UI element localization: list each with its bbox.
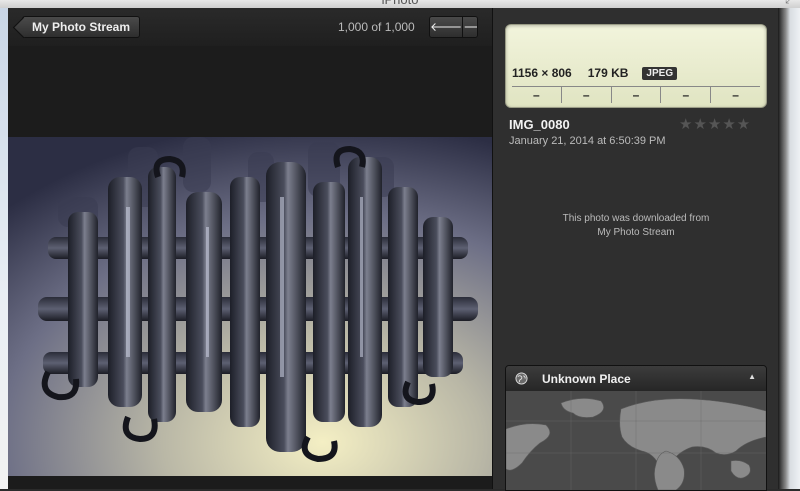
arrow-right-icon: 🡒: [463, 20, 477, 34]
photo-viewer: My Photo Stream 1,000 of 1,000 🡐 🡒: [8, 8, 492, 489]
rating-stars[interactable]: ★★★★★: [679, 115, 751, 133]
photo-info-display: 1156 × 806 179 KB JPEG – – – – –: [505, 24, 767, 108]
download-note-line1: This photo was downloaded from: [562, 213, 710, 224]
photo-title[interactable]: IMG_0080: [509, 117, 570, 132]
photo-date: January 21, 2014 at 6:50:39 PM: [509, 135, 666, 147]
exif-cell: –: [660, 87, 710, 103]
world-map[interactable]: [506, 391, 766, 490]
exif-row: – – – – –: [512, 86, 760, 103]
arrow-left-icon: 🡐: [430, 20, 463, 34]
fullscreen-icon[interactable]: ⤢: [785, 0, 794, 7]
viewer-toolbar: My Photo Stream 1,000 of 1,000 🡐 🡒: [8, 8, 492, 46]
collapse-icon[interactable]: ▲: [748, 372, 756, 381]
file-size: 179 KB: [587, 66, 629, 80]
exif-cell: –: [533, 88, 540, 102]
places-section: Unknown Place ▲: [505, 365, 767, 491]
places-header[interactable]: Unknown Place ▲: [506, 366, 766, 391]
photo-artwork: [8, 137, 492, 476]
back-button-label: My Photo Stream: [32, 20, 131, 34]
info-panel: 1156 × 806 179 KB JPEG – – – – – IMG_008…: [492, 8, 779, 491]
download-note: This photo was downloaded from My Photo …: [509, 212, 763, 240]
photo-image[interactable]: [8, 137, 492, 476]
exif-cell: –: [610, 87, 661, 103]
photo-navigation: 🡐 🡒: [429, 16, 478, 38]
photo-counter: 1,000 of 1,000: [338, 20, 415, 34]
desktop-background-right: [778, 8, 800, 489]
world-map-artwork: [506, 391, 766, 490]
places-title: Unknown Place: [542, 371, 631, 386]
previous-photo-button[interactable]: 🡐: [430, 17, 463, 37]
globe-icon: [515, 372, 528, 385]
window-title: iPhoto: [0, 0, 800, 7]
exif-cell: –: [560, 87, 611, 103]
file-info-row: 1156 × 806 179 KB JPEG: [512, 66, 678, 80]
desktop-background: [0, 8, 8, 489]
window-title-bar: iPhoto ⤢: [0, 0, 800, 8]
back-to-photo-stream-button[interactable]: My Photo Stream: [22, 16, 141, 38]
image-dimensions: 1156 × 806: [512, 66, 572, 80]
download-note-line2: My Photo Stream: [597, 227, 675, 238]
format-badge: JPEG: [642, 66, 678, 80]
exif-cell: –: [710, 87, 760, 103]
next-photo-button[interactable]: 🡒: [462, 17, 477, 37]
